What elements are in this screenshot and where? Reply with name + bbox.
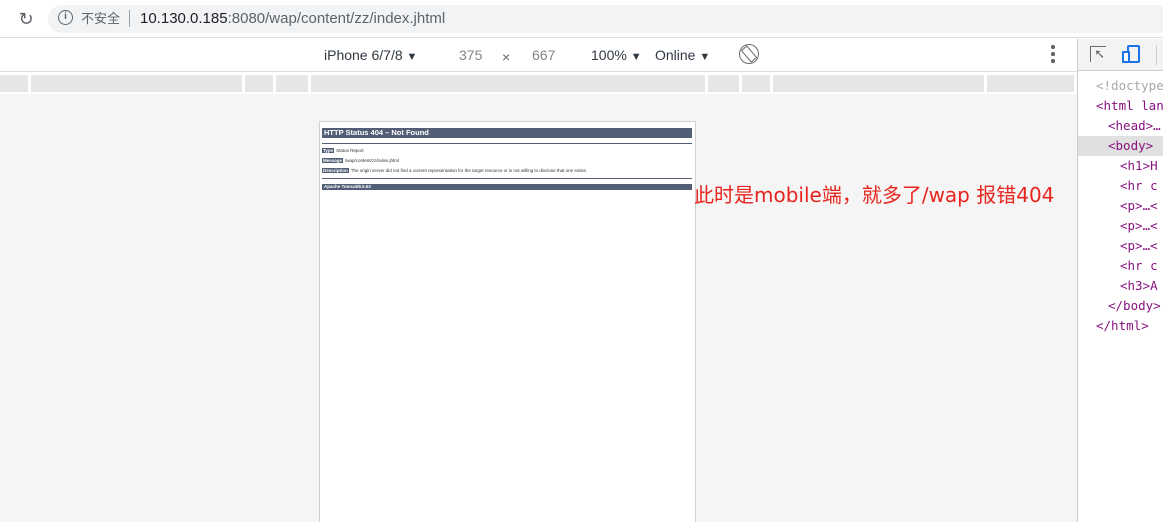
separator (1156, 45, 1157, 65)
reload-icon[interactable]: ↻ (16, 9, 36, 29)
url-text[interactable]: 10.130.0.185:8080/wap/content/zz/index.j… (140, 9, 445, 28)
media-query-segment[interactable] (742, 75, 770, 92)
message-label: Message (322, 158, 344, 163)
caret-down-icon: ▼ (630, 51, 642, 63)
message-row: Message/wap/content/zz/index.jhtml (322, 158, 399, 164)
url-rest: :8080/wap/content/zz/index.jhtml (227, 10, 446, 27)
dom-node-text: <hr c (1120, 178, 1158, 193)
dom-node-text: <h1>H (1120, 158, 1158, 173)
dom-node-text: <hr c (1120, 258, 1158, 273)
media-query-segment[interactable] (276, 75, 308, 92)
url-host: 10.130.0.185 (140, 10, 228, 27)
description-row: Description The origin server did not fin… (322, 168, 587, 174)
divider (322, 178, 692, 179)
media-query-segment[interactable] (311, 75, 705, 92)
caret-down-icon: ▼ (406, 51, 418, 63)
media-query-segment[interactable] (708, 75, 739, 92)
dom-node-text: <body> (1108, 138, 1154, 153)
dom-node[interactable]: <hr c (1120, 176, 1163, 196)
rotate-icon[interactable] (739, 44, 759, 64)
dom-node[interactable]: <hr c (1120, 256, 1163, 276)
type-row: Type Status Report (322, 148, 364, 154)
server-footer: Apache Tomcat/8.5.53 (322, 184, 692, 190)
message-value: /wap/content/zz/index.jhtml (345, 158, 400, 163)
dom-node-text: <h3>A (1120, 278, 1158, 293)
media-query-bar[interactable] (0, 73, 1077, 94)
info-icon[interactable]: i (58, 10, 73, 25)
dom-node-text: <p>…< (1120, 218, 1158, 233)
dom-node[interactable]: <h1>H (1120, 156, 1163, 176)
media-query-segment[interactable] (31, 75, 242, 92)
dom-node[interactable]: <html lan (1096, 96, 1163, 116)
media-query-segment[interactable] (245, 75, 273, 92)
media-query-segment[interactable] (0, 75, 28, 92)
description-value: The origin server did not find a current… (350, 168, 588, 173)
dom-node-text: </html> (1096, 318, 1149, 333)
annotation-text: 此时是mobile端，就多了/wap 报错404 (694, 183, 1055, 207)
dom-node[interactable]: ▶<p>…< (1120, 216, 1163, 236)
dom-node-text: <!doctype (1096, 78, 1163, 93)
more-options-icon[interactable] (1048, 45, 1058, 63)
media-query-segment[interactable] (773, 75, 984, 92)
dom-node[interactable]: <!doctype (1096, 76, 1163, 96)
zoom-select[interactable]: 100% ▼ (591, 46, 642, 66)
page-title: HTTP Status 404 – Not Found (322, 128, 692, 138)
type-value: Status Report (336, 148, 364, 153)
dom-tree[interactable]: <!doctype <html lan ▶<head>……▼<body> <h1>H <… (1078, 76, 1163, 336)
caret-down-icon: ▼ (699, 51, 711, 63)
dom-node-text: </body> (1108, 298, 1161, 313)
device-toggle-icon[interactable] (1122, 45, 1141, 65)
dom-node[interactable]: ▶<p>…< (1120, 196, 1163, 216)
dom-node[interactable]: ▶<head>… (1108, 116, 1163, 136)
dom-node-text: <p>…< (1120, 198, 1158, 213)
description-label: Description (322, 168, 349, 173)
type-label: Type (322, 148, 335, 153)
network-select[interactable]: Online ▼ (655, 46, 710, 66)
network-label: Online (655, 47, 696, 63)
dom-node[interactable]: </body> (1108, 296, 1163, 316)
dom-node-text: <p>…< (1120, 238, 1158, 253)
security-label[interactable]: 不安全 (81, 10, 120, 27)
times-icon: × (502, 49, 511, 65)
device-screen[interactable] (319, 121, 696, 522)
dom-node-text: <head>… (1108, 118, 1161, 133)
zoom-label: 100% (591, 47, 627, 63)
width-input[interactable]: 375 (459, 46, 482, 64)
media-query-segment[interactable] (987, 75, 1074, 92)
separator (129, 10, 130, 27)
inspect-element-icon[interactable] (1090, 46, 1106, 62)
dom-node[interactable]: …▼<body> (1108, 136, 1163, 156)
dom-node[interactable]: </html> (1096, 316, 1163, 336)
device-label: iPhone 6/7/8 (324, 47, 403, 63)
dom-node[interactable]: ▶<p>…< (1120, 236, 1163, 256)
dom-node[interactable]: <h3>A (1120, 276, 1163, 296)
device-select[interactable]: iPhone 6/7/8 ▼ (324, 46, 417, 66)
divider (322, 143, 692, 144)
height-input[interactable]: 667 (532, 46, 555, 64)
dom-node-text: <html lan (1096, 98, 1163, 113)
